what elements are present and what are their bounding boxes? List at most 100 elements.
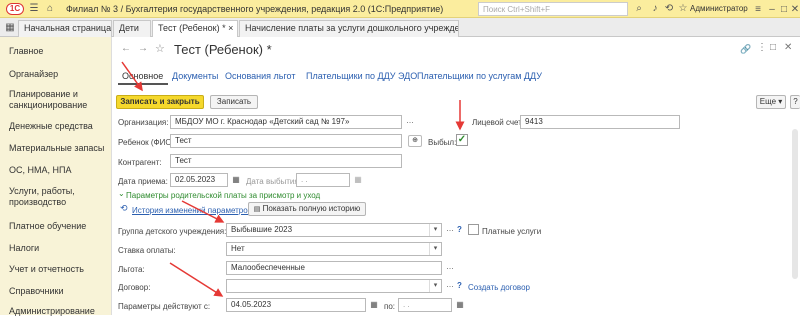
sidebar-item-planning[interactable]: Планирование и санкционирование: [9, 89, 109, 111]
params-to-field[interactable]: . .: [398, 298, 452, 312]
child-field[interactable]: Тест: [170, 134, 402, 148]
group-select-icon[interactable]: …: [444, 224, 456, 236]
home-icon[interactable]: ⌂: [44, 3, 56, 15]
form-content: ← → ☆ Тест (Ребенок) * 🔗 ⋮ □ ✕ Основное …: [112, 37, 800, 315]
subtab-documents[interactable]: Документы: [172, 71, 218, 81]
close-icon[interactable]: ✕: [789, 4, 800, 16]
subtab-payers-edo[interactable]: Плательщики по ДДУ ЭДО: [306, 71, 417, 81]
global-search-input[interactable]: Поиск Ctrl+Shift+F: [478, 2, 628, 16]
close-tab-icon[interactable]: ×: [228, 23, 233, 33]
subtab-main-label: Основное: [122, 71, 164, 81]
sidebar-item-accounting[interactable]: Учет и отчетность: [9, 264, 109, 275]
star-icon[interactable]: ☆: [677, 3, 689, 15]
chevron-down-icon[interactable]: ▾: [429, 243, 441, 255]
contractor-field[interactable]: Тест: [170, 154, 402, 168]
sections-sidebar: Главное Органайзер Планирование и санкци…: [0, 37, 112, 317]
history-link[interactable]: История изменений параметров: [132, 206, 252, 215]
sidebar-item-cash[interactable]: Денежные средства: [9, 121, 109, 132]
sidebar-item-main[interactable]: Главное: [9, 46, 109, 57]
paid-services-checkbox[interactable]: [468, 224, 479, 235]
tab-home[interactable]: Начальная страница: [18, 20, 112, 37]
group-field[interactable]: Выбывшие 2023 ▾: [226, 223, 442, 237]
contract-field[interactable]: ▾: [226, 279, 442, 293]
sidebar-item-fixed-assets[interactable]: ОС, НМА, НПА: [9, 165, 109, 176]
params-from-field[interactable]: 04.05.2023: [226, 298, 366, 312]
chevron-down-icon[interactable]: ▾: [429, 224, 441, 236]
org-select-icon[interactable]: …: [404, 116, 416, 128]
benefit-field[interactable]: Малообеспеченные: [226, 261, 442, 275]
history-icon[interactable]: ⟲: [663, 3, 675, 15]
help-button[interactable]: ?: [790, 95, 800, 109]
group-label: Группа детского учреждения:: [118, 227, 227, 236]
sidebar-item-admin[interactable]: Администрирование: [9, 306, 109, 317]
subtab-main[interactable]: Основное: [118, 67, 168, 85]
sidebar-item-services[interactable]: Услуги, работы, производство: [9, 186, 109, 208]
subtab-benefit-bases[interactable]: Основания льгот: [225, 71, 296, 81]
contract-help-icon[interactable]: ?: [457, 281, 462, 290]
left-label: Выбыл:: [428, 138, 457, 147]
calendar-icon[interactable]: ▦: [454, 299, 466, 311]
rate-field[interactable]: Нет ▾: [226, 242, 442, 256]
params-header[interactable]: Параметры родительской платы за присмотр…: [126, 191, 320, 200]
forward-arrow-icon[interactable]: →: [138, 43, 148, 54]
sidebar-item-paid-education[interactable]: Платное обучение: [9, 221, 109, 232]
create-contract-link[interactable]: Создать договор: [468, 283, 530, 292]
link-icon[interactable]: 🔗: [740, 44, 751, 55]
calendar-icon[interactable]: ▦: [230, 174, 242, 186]
save-button[interactable]: Записать: [210, 95, 258, 109]
settings-icon[interactable]: ≡: [752, 4, 764, 16]
admission-date-field[interactable]: 02.05.2023: [170, 173, 228, 187]
account-field[interactable]: 9413: [520, 115, 680, 129]
params-from-label: Параметры действуют с:: [118, 302, 211, 311]
search-icon[interactable]: ⌕: [633, 3, 645, 15]
window-controls: ≡ – □ ✕: [752, 1, 800, 17]
star-icon[interactable]: ☆: [155, 42, 165, 55]
form-title: Тест (Ребенок) *: [174, 42, 272, 57]
leave-date-field[interactable]: . .: [296, 173, 350, 187]
back-arrow-icon[interactable]: ←: [121, 43, 131, 54]
user-name[interactable]: Администратор: [690, 4, 748, 13]
group-value: Выбывшие 2023: [231, 225, 293, 234]
benefit-select-icon[interactable]: …: [444, 262, 456, 274]
paid-services-label: Платные услуги: [482, 227, 542, 236]
chevron-down-icon[interactable]: ▾: [429, 280, 441, 292]
tab-children[interactable]: Дети: [113, 20, 151, 37]
org-label: Организация:: [118, 118, 169, 127]
open-child-icon[interactable]: ⊕: [408, 135, 422, 147]
show-full-history-button[interactable]: ▤ Показать полную историю: [248, 202, 366, 216]
sidebar-item-materials[interactable]: Материальные запасы: [9, 143, 109, 154]
bell-icon[interactable]: ♪: [649, 3, 661, 15]
save-and-close-button[interactable]: Записать и закрыть: [116, 95, 204, 109]
params-to-label: по:: [384, 302, 396, 311]
admission-label: Дата приема:: [118, 177, 168, 186]
more-button[interactable]: Еще ▾: [756, 95, 786, 109]
minimize-icon[interactable]: –: [766, 4, 778, 16]
sidebar-item-taxes[interactable]: Налоги: [9, 243, 109, 254]
vertical-scrollbar[interactable]: [792, 129, 798, 279]
sidebar-item-references[interactable]: Справочники: [9, 286, 109, 297]
open-windows-tabbar: ▦ Начальная страница Дети Тест (Ребенок)…: [0, 18, 800, 38]
org-field[interactable]: МБДОУ МО г. Краснодар «Детский сад № 197…: [170, 115, 402, 129]
app-logo: 1С: [6, 3, 24, 15]
benefit-label: Льгота:: [118, 265, 145, 274]
grid-icon[interactable]: ▦: [4, 22, 16, 34]
table-icon: ▤: [253, 206, 261, 213]
tab-charges[interactable]: Начисление платы за услуги дошкольного у…: [239, 20, 459, 37]
contract-label: Договор:: [118, 283, 151, 292]
collapse-chevron-icon[interactable]: ⌄: [118, 189, 125, 198]
left-checkbox[interactable]: ✓: [456, 134, 468, 146]
tab-child-test[interactable]: Тест (Ребенок) * ×: [152, 20, 238, 38]
contractor-label: Контрагент:: [118, 158, 162, 167]
more-icon[interactable]: ⋮: [757, 42, 767, 53]
calendar-icon[interactable]: ▦: [368, 299, 380, 311]
maximize-icon[interactable]: □: [770, 42, 776, 53]
group-help-icon[interactable]: ?: [457, 225, 462, 234]
calendar-icon[interactable]: ▦: [352, 174, 364, 186]
rate-label: Ставка оплаты:: [118, 246, 176, 255]
subtab-payers-services[interactable]: Плательщики по услугам ДДУ: [417, 71, 542, 81]
menu-icon[interactable]: ☰: [28, 3, 40, 15]
sidebar-item-organizer[interactable]: Органайзер: [9, 69, 109, 80]
contract-select-icon[interactable]: …: [444, 280, 456, 292]
leave-label: Дата выбытия:: [246, 177, 301, 186]
close-form-icon[interactable]: ✕: [784, 42, 792, 53]
